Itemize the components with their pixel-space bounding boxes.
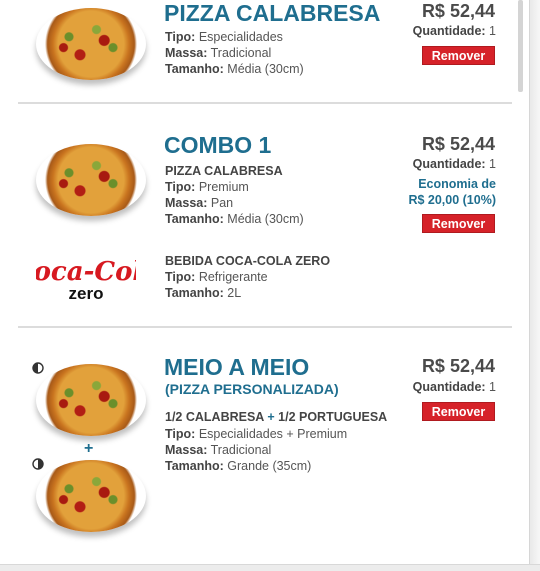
item-detail-tipo: Tipo: Especialidades + Premium	[165, 427, 348, 441]
item-divider	[18, 102, 512, 104]
half-flavors: 1/2 CALABRESA + 1/2 PORTUGUESA	[165, 410, 388, 424]
svg-text:Coca-Cola: Coca-Cola	[36, 257, 136, 287]
drink-detail-tipo: Tipo: Refrigerante	[165, 270, 268, 284]
half-pizza-image	[36, 364, 146, 436]
half-circle-icon	[32, 362, 44, 374]
svg-text:zero: zero	[69, 284, 104, 302]
drink-name: BEBIDA COCA-COLA ZERO	[165, 254, 331, 268]
item-detail-massa: Massa: Tradicional	[165, 443, 272, 457]
item-detail-tipo: Tipo: Premium	[165, 180, 249, 194]
item-title: MEIO A MEIO	[164, 354, 310, 380]
item-title: PIZZA CALABRESA	[164, 0, 381, 26]
item-price: R$ 52,44	[421, 134, 495, 154]
remove-button[interactable]: Remover	[422, 402, 495, 421]
item-detail-tamanho: Tamanho: Média (30cm)	[165, 62, 304, 76]
item-quantity: Quantidade: 1	[412, 157, 496, 171]
remove-button[interactable]: Remover	[422, 46, 495, 65]
item-divider	[18, 326, 512, 328]
drink-detail-tamanho: Tamanho: 2L	[165, 286, 242, 300]
half-pizza-image	[36, 460, 146, 532]
half-circle-icon	[32, 458, 44, 470]
item-price: R$ 52,44	[421, 356, 495, 376]
item-detail-tamanho: Tamanho: Média (30cm)	[165, 212, 304, 226]
item-quantity: Quantidade: 1	[412, 24, 496, 38]
item-detail-massa: Massa: Pan	[165, 196, 234, 210]
item-detail-tipo: Tipo: Especialidades	[165, 30, 283, 44]
item-detail-tamanho: Tamanho: Grande (35cm)	[165, 459, 312, 473]
item-price: R$ 52,44	[421, 1, 495, 21]
item-subtitle: (PIZZA PERSONALIZADA)	[165, 381, 339, 397]
coca-cola-zero-logo: Coca-Cola zero	[36, 257, 136, 302]
combo-pizza-image	[36, 144, 146, 216]
plus-icon: +	[84, 440, 94, 457]
pizza-calabresa-image	[36, 8, 146, 80]
remove-button[interactable]: Remover	[422, 214, 495, 233]
combo-pizza-name: PIZZA CALABRESA	[165, 164, 283, 178]
economy-note: Economia de R$ 20,00 (10%)	[408, 177, 496, 207]
item-detail-massa: Massa: Tradicional	[165, 46, 272, 60]
cart-panel-edge	[529, 0, 540, 570]
item-quantity: Quantidade: 1	[412, 380, 496, 394]
item-title: COMBO 1	[164, 132, 272, 158]
scrollbar[interactable]	[518, 0, 523, 92]
